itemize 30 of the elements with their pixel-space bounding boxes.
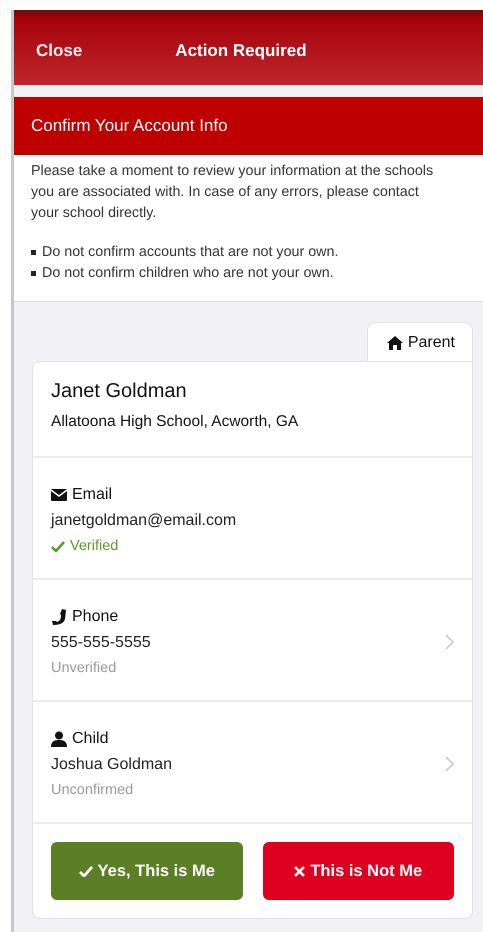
reject-button[interactable]: This is Not Me bbox=[262, 842, 454, 900]
home-icon bbox=[386, 336, 403, 350]
status-text: Unverified bbox=[51, 660, 116, 676]
bullet-text: Do not confirm accounts that are not your own. bbox=[42, 243, 338, 262]
status-text: Verified bbox=[70, 538, 118, 554]
phone-icon bbox=[51, 609, 67, 625]
person-name: Janet Goldman bbox=[51, 380, 188, 403]
row-label: Child bbox=[72, 730, 108, 748]
info-row[interactable]: Child Joshua Goldman Unconfirmed bbox=[33, 702, 472, 824]
row-value: Joshua Goldman bbox=[51, 756, 173, 774]
row-value: janetgoldman@email.com bbox=[51, 512, 238, 530]
close-button[interactable]: Close bbox=[36, 40, 82, 60]
envelope-icon bbox=[51, 489, 67, 501]
info-row[interactable]: Phone 555-555-5555 Unverified bbox=[33, 580, 472, 702]
parent-tab[interactable]: Parent bbox=[366, 322, 473, 361]
bullet-icon bbox=[31, 250, 36, 254]
confirm-button[interactable]: Yes, This is Me bbox=[51, 842, 242, 900]
person-icon bbox=[51, 731, 67, 747]
check-icon bbox=[78, 866, 93, 876]
bullet-text: Do not confirm children who are not your own. bbox=[42, 264, 334, 283]
school-name: Allatoona High School, Acworth, GA bbox=[51, 413, 300, 431]
bullet-icon bbox=[31, 270, 36, 276]
row-label: Phone bbox=[72, 608, 118, 626]
row-value: 555-555-5555 bbox=[51, 634, 152, 652]
row-label: Email bbox=[72, 486, 112, 504]
status-text: Unconfirmed bbox=[51, 782, 134, 798]
section-title: Confirm Your Account Info bbox=[31, 116, 228, 136]
header-title: Action Required bbox=[175, 40, 307, 60]
close-icon bbox=[294, 866, 306, 876]
intro-text: Please take a moment to review your information at the schools you are associated with. In case of any errors, please contact your school directly. bbox=[31, 162, 434, 223]
